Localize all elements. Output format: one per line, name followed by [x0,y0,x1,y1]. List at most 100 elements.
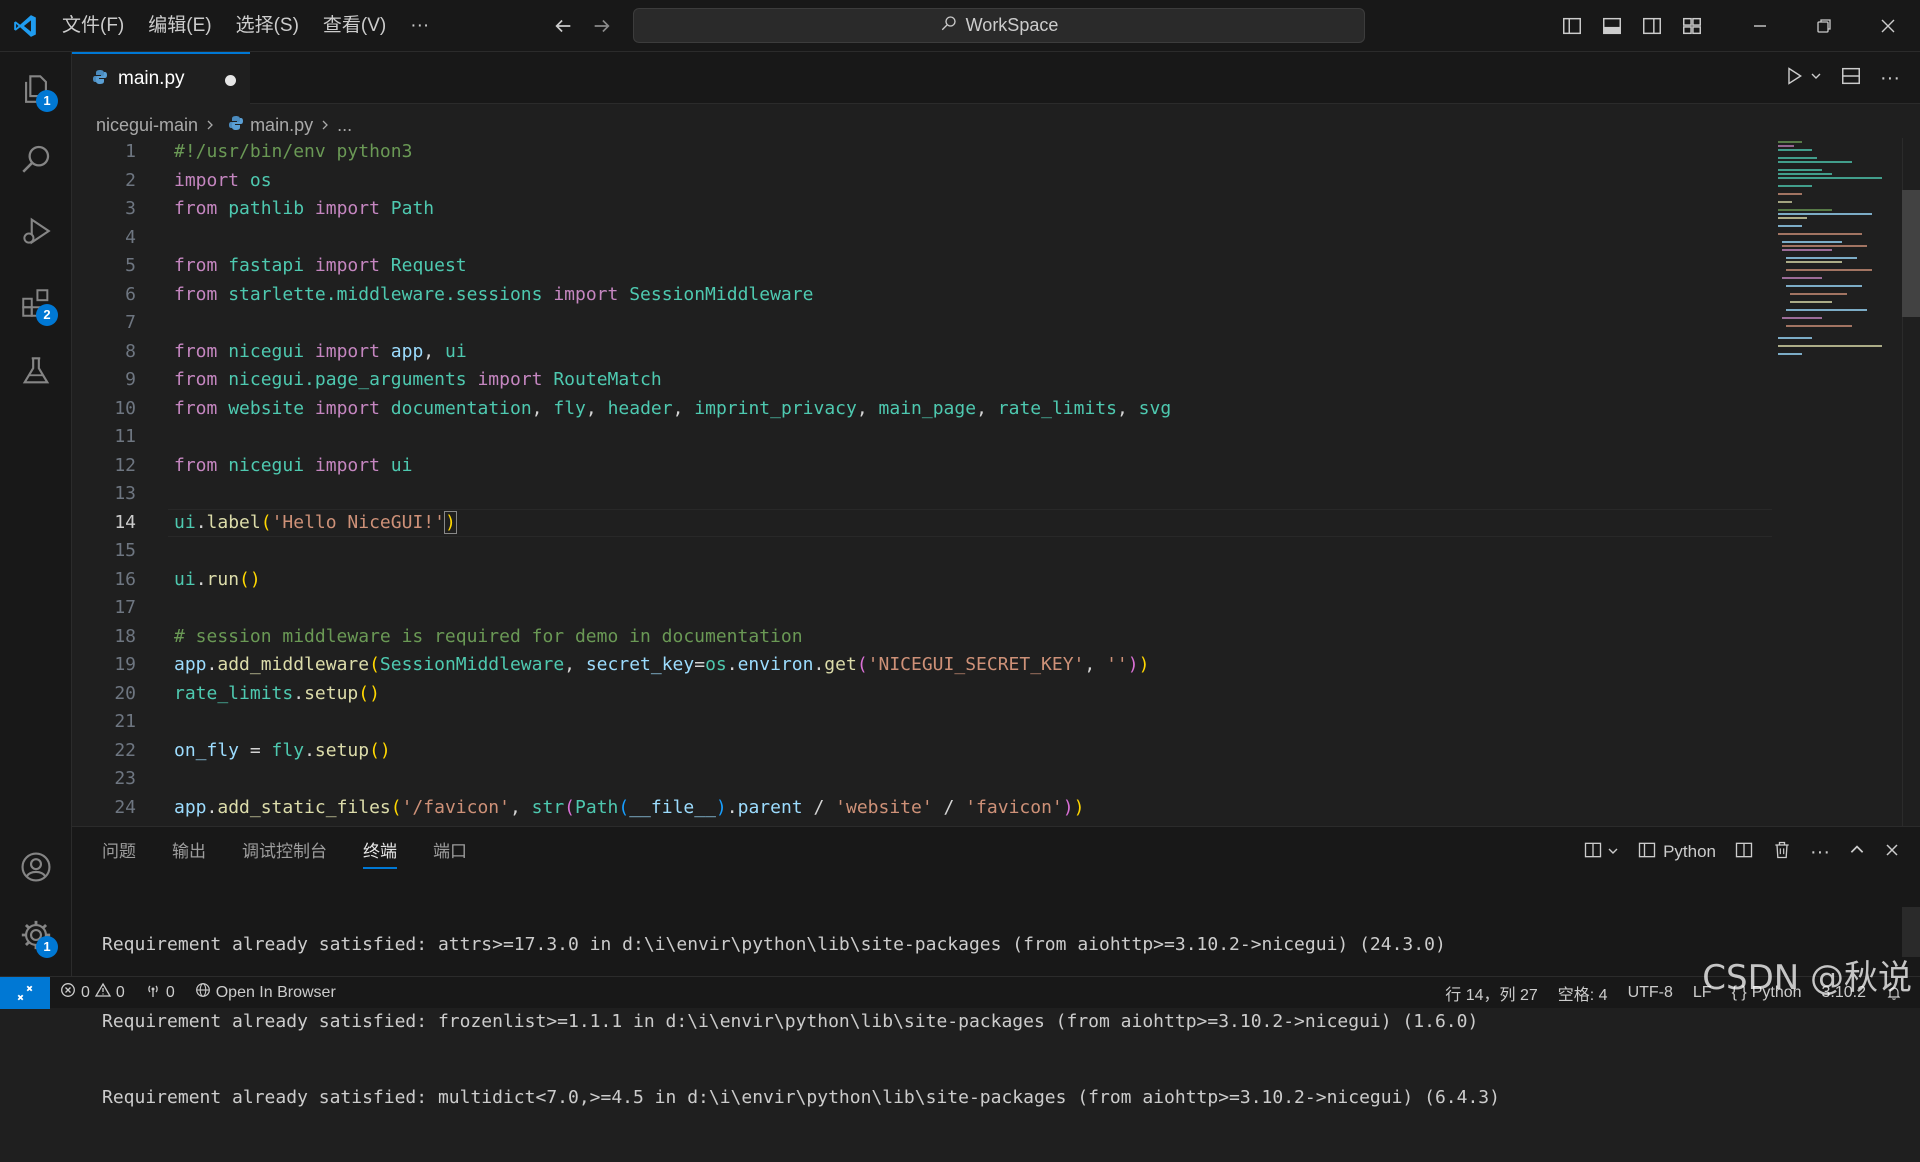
panel-more-icon[interactable]: ··· [1810,841,1830,864]
close-panel-icon[interactable] [1884,842,1900,863]
indentation-status[interactable]: 空格: 4 [1548,977,1618,1009]
watermark: CSDN @秋说 [1702,958,1912,998]
code-text: app.add_middleware(SessionMiddleware, se… [174,654,1150,675]
cursor-position[interactable]: 行 14，列 27 [1435,977,1548,1009]
split-editor-icon[interactable] [1840,65,1862,92]
ports-status[interactable]: 0 [135,977,185,1009]
code-editor[interactable]: 1 #!/usr/bin/env python3 2 import os 3 from p… [72,138,1772,826]
line-number: 11 [114,426,136,447]
menu-selection[interactable]: 选择(S) [224,0,311,52]
code-line[interactable]: 3 from pathlib import Path [72,195,1772,224]
tab-problems[interactable]: 问题 [102,827,136,877]
code-line[interactable]: 6 from starlette.middleware.sessions impo… [72,281,1772,310]
code-line[interactable]: 19 app.add_middleware(SessionMiddleware, … [72,651,1772,680]
run-python-file-icon[interactable] [1784,66,1804,91]
minimap[interactable] [1772,138,1902,368]
settings-gear-icon[interactable]: 1 [0,902,72,968]
open-in-browser-button[interactable]: Open In Browser [185,977,346,1009]
code-line[interactable]: 14 ui.label('Hello NiceGUI!') [72,508,1772,537]
line-number: 17 [114,597,136,618]
editor-scrollbar[interactable] [1902,138,1920,826]
workspace-name: WorkSpace [965,15,1059,35]
tab-ports[interactable]: 端口 [433,827,467,877]
code-line[interactable]: 8 from nicegui import app, ui [72,338,1772,367]
code-line[interactable]: 22 on_fly = fly.setup() [72,737,1772,766]
code-line[interactable]: 12 from nicegui import ui [72,452,1772,481]
menu-view[interactable]: 查看(V) [311,0,398,52]
toggle-secondary-sidebar-icon[interactable] [1632,0,1672,52]
tab-main-py[interactable]: main.py [72,52,250,104]
terminal-name: Python [1663,842,1717,861]
explorer-icon[interactable]: 1 [0,56,72,122]
breadcrumb-file[interactable]: main.py [250,115,313,136]
code-line[interactable]: 10 from website import documentation, fly… [72,395,1772,424]
code-line[interactable]: 18 # session middleware is required for d… [72,623,1772,652]
code-line[interactable]: 16 ui.run() [72,566,1772,595]
breadcrumb-folder[interactable]: nicegui-main [96,115,198,136]
terminal-instance[interactable]: Python [1637,840,1716,865]
code-text: ui.run() [174,568,261,590]
code-line[interactable]: 2 import os [72,167,1772,196]
restore-icon[interactable] [1792,0,1856,52]
maximize-panel-chevron-up-icon[interactable] [1848,841,1866,864]
code-line[interactable]: 17 [72,594,1772,623]
open-in-browser-label: Open In Browser [215,983,336,1001]
run-and-debug-icon[interactable] [0,198,72,264]
line-number: 15 [114,540,136,561]
menu-file[interactable]: 文件(F) [50,0,136,52]
unsaved-dot-icon[interactable] [225,75,236,86]
encoding-status[interactable]: UTF-8 [1618,977,1683,1009]
customize-layout-icon[interactable] [1672,0,1712,52]
tab-debug-console[interactable]: 调试控制台 [242,827,327,877]
line-number: 14 [114,511,136,533]
forward-arrow-icon[interactable] [584,8,620,44]
line-number: 7 [125,312,136,333]
code-text: from website import documentation, fly, … [174,397,1172,419]
minimize-icon[interactable] [1728,0,1792,52]
code-line[interactable]: 11 [72,423,1772,452]
problems-status[interactable]: 0 0 [50,977,135,1009]
menu-edit[interactable]: 编辑(E) [136,0,223,52]
code-line[interactable]: 15 [72,537,1772,566]
breadcrumb-more[interactable]: ... [337,115,352,136]
code-line[interactable]: 1 #!/usr/bin/env python3 [72,138,1772,167]
broadcast-icon [145,982,161,1003]
tab-terminal[interactable]: 终端 [363,827,397,877]
editor-tabs: main.py ··· [72,52,1920,104]
terminal-output[interactable]: Requirement already satisfied: attrs>=17… [102,881,1500,1162]
search-view-icon[interactable] [0,126,72,192]
code-line[interactable]: 20 rate_limits.setup() [72,680,1772,709]
kill-terminal-trash-icon[interactable] [1772,840,1792,865]
activity-bar: 1 2 1 [0,52,72,976]
testing-flask-icon[interactable] [0,338,72,404]
new-terminal-split-icon[interactable] [1583,840,1603,865]
code-line[interactable]: 21 [72,708,1772,737]
tab-output[interactable]: 输出 [172,827,206,877]
extensions-icon[interactable]: 2 [0,270,72,336]
code-text: import os [174,169,272,191]
code-line[interactable]: 4 [72,224,1772,253]
back-arrow-icon[interactable] [545,8,581,44]
terminal-layout-icon [1637,840,1657,865]
code-line[interactable]: 24 app.add_static_files('/favicon', str(P… [72,794,1772,823]
close-window-icon[interactable] [1856,0,1920,52]
line-number: 12 [114,454,136,476]
chevron-right-icon [204,115,216,136]
run-options-chevron-icon[interactable] [1810,69,1822,87]
editor-scrollbar-thumb[interactable] [1902,190,1920,317]
code-line[interactable]: 7 [72,309,1772,338]
code-line[interactable]: 23 [72,765,1772,794]
code-line[interactable]: 5 from fastapi import Request [72,252,1772,281]
toggle-primary-sidebar-icon[interactable] [1552,0,1592,52]
remote-indicator-icon[interactable] [0,976,50,1009]
command-center-search[interactable]: WorkSpace [633,8,1365,43]
editor-area: main.py ··· nicegui-main main.py ... 1 #… [72,52,1920,826]
account-icon[interactable] [0,834,72,900]
more-actions-icon[interactable]: ··· [1880,67,1900,90]
terminal-dropdown-chevron-icon[interactable] [1607,842,1619,862]
toggle-panel-icon[interactable] [1592,0,1632,52]
split-terminal-icon[interactable] [1734,840,1754,865]
code-line[interactable]: 9 from nicegui.page_arguments import Rout… [72,366,1772,395]
menu-more[interactable]: ··· [398,0,441,52]
code-line[interactable]: 13 [72,480,1772,509]
